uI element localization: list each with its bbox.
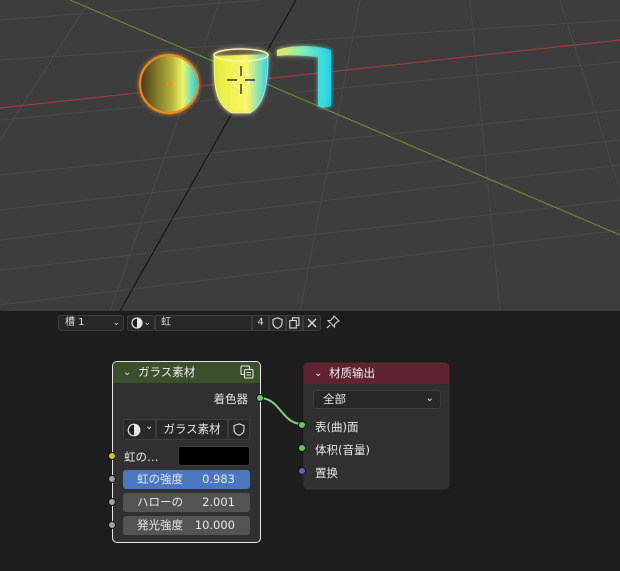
chevron-down-icon: ⌄ bbox=[145, 421, 154, 432]
field-value: 2.001 bbox=[202, 495, 235, 509]
user-count-button[interactable]: 4 bbox=[252, 315, 269, 331]
close-icon bbox=[307, 318, 317, 328]
shader-link bbox=[259, 397, 303, 425]
fake-user-button[interactable] bbox=[269, 315, 286, 331]
target-value: 全部 bbox=[323, 392, 346, 406]
material-sphere-icon bbox=[131, 317, 143, 329]
volume-input-label: 体积(音量) bbox=[315, 443, 370, 457]
displacement-input-label: 置换 bbox=[315, 466, 338, 480]
node-group-icon[interactable] bbox=[240, 365, 254, 379]
user-count: 4 bbox=[257, 317, 264, 328]
color-swatch[interactable] bbox=[178, 446, 250, 466]
cup-object[interactable] bbox=[213, 48, 269, 114]
surface-input-label: 表(曲)面 bbox=[315, 420, 359, 434]
volume-input-socket[interactable] bbox=[298, 444, 306, 452]
pin-button[interactable] bbox=[326, 315, 342, 331]
material-name: 虹 bbox=[161, 317, 171, 328]
shader-output-socket[interactable] bbox=[256, 394, 264, 402]
halo-socket[interactable] bbox=[108, 498, 116, 506]
slot-label: 槽 1 bbox=[65, 317, 85, 328]
material-name-field[interactable]: 虹 bbox=[155, 315, 252, 331]
emission-strength-socket[interactable] bbox=[108, 521, 116, 529]
pin-icon bbox=[326, 315, 340, 329]
sphere-object[interactable] bbox=[139, 54, 199, 114]
field-value: 0.983 bbox=[202, 472, 235, 486]
field-emission-strength[interactable]: 発光強度 10.000 bbox=[123, 516, 250, 535]
slot-dropdown[interactable]: 槽 1 ⌄ bbox=[58, 315, 124, 331]
target-dropdown[interactable]: 全部 ⌄ bbox=[313, 390, 441, 409]
field-value: 10.000 bbox=[194, 518, 235, 532]
rainbow-strength-socket[interactable] bbox=[108, 475, 116, 483]
chevron-down-icon: ⌄ bbox=[112, 318, 120, 328]
material-sphere-icon bbox=[127, 423, 141, 437]
color-input-label: 虹の… bbox=[124, 450, 159, 464]
output-node-title: 材质输出 bbox=[329, 366, 375, 380]
duplicate-material-button[interactable] bbox=[286, 315, 303, 331]
field-rainbow-strength[interactable]: 虹の強度 0.983 bbox=[123, 470, 250, 489]
viewport-scene bbox=[0, 0, 620, 311]
displacement-input-socket[interactable] bbox=[298, 467, 306, 475]
chevron-down-icon[interactable]: ⌄ bbox=[123, 362, 131, 383]
color-input-socket[interactable] bbox=[108, 452, 116, 460]
field-label: 発光強度 bbox=[137, 518, 183, 532]
3d-viewport[interactable] bbox=[0, 0, 620, 311]
field-halo[interactable]: ハローの 2.001 bbox=[123, 493, 250, 512]
shader-name-field[interactable]: ガラス素材 bbox=[156, 419, 228, 440]
shader-fake-user-button[interactable] bbox=[228, 419, 250, 440]
shader-browse-button[interactable]: ⌄ bbox=[123, 419, 156, 440]
material-browse-button[interactable]: ⌄ bbox=[127, 315, 155, 331]
glass-node-title: ガラス素材 bbox=[138, 365, 196, 379]
shader-name: ガラス素材 bbox=[163, 422, 221, 436]
chevron-down-icon: ⌄ bbox=[143, 318, 151, 328]
shield-icon bbox=[272, 317, 283, 329]
chevron-down-icon[interactable]: ⌄ bbox=[314, 363, 322, 384]
copy-icon bbox=[289, 317, 300, 329]
surface-input-socket[interactable] bbox=[298, 421, 306, 429]
unlink-material-button[interactable] bbox=[303, 315, 321, 331]
glass-node-header[interactable]: ⌄ ガラス素材 bbox=[113, 362, 260, 383]
chevron-down-icon: ⌄ bbox=[425, 393, 434, 404]
node-editor-header: 槽 1 ⌄ ⌄ 虹 4 bbox=[0, 311, 620, 335]
field-label: 虹の強度 bbox=[137, 472, 183, 486]
shader-output-label: 着色器 bbox=[213, 392, 249, 406]
node-editor-canvas[interactable]: ⌄ ガラス素材 着色器 ⌄ ガラス素材 虹の… 虹の強度 0.983 ハローの … bbox=[0, 335, 620, 571]
output-node-header[interactable]: ⌄ 材质输出 bbox=[304, 363, 449, 384]
field-label: ハローの bbox=[137, 495, 183, 509]
y-axis-line bbox=[69, 0, 620, 236]
glass-shader-node[interactable]: ⌄ ガラス素材 着色器 ⌄ ガラス素材 虹の… 虹の強度 0.983 ハローの … bbox=[112, 361, 261, 543]
material-output-node[interactable]: ⌄ 材质输出 全部 ⌄ 表(曲)面 体积(音量) 置换 bbox=[303, 362, 450, 490]
shield-icon bbox=[233, 423, 245, 436]
